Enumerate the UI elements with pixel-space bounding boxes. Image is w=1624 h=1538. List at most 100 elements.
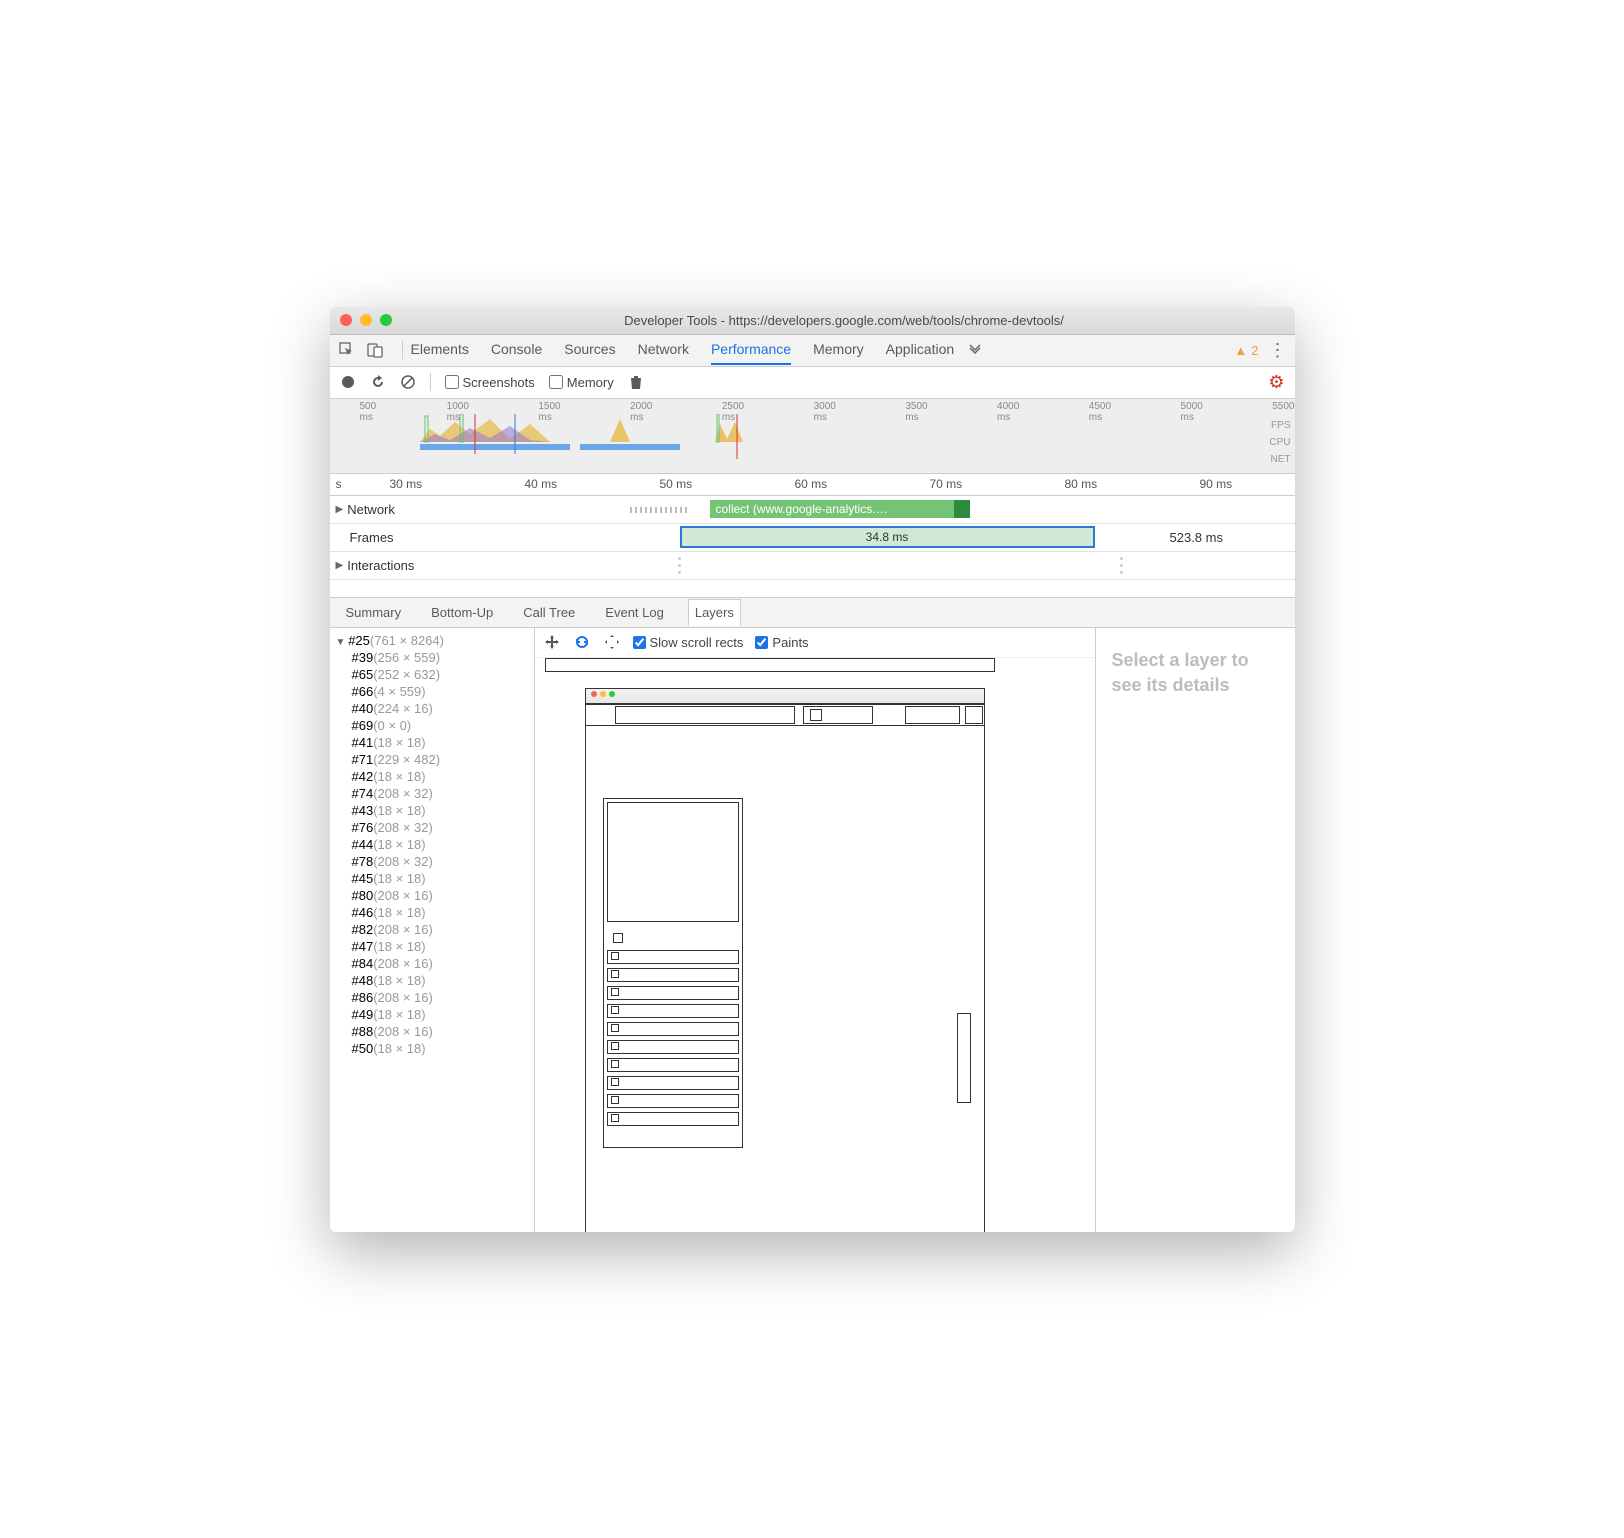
layer-item[interactable]: #39(256 × 559): [330, 649, 534, 666]
layer-item[interactable]: #84(208 × 16): [330, 955, 534, 972]
layer-item[interactable]: #88(208 × 16): [330, 1023, 534, 1040]
tab-elements[interactable]: Elements: [411, 335, 469, 365]
pan-icon[interactable]: [543, 633, 561, 651]
network-track[interactable]: ▶ Network collect (www.google-analytics.…: [330, 496, 1295, 524]
tab-sources[interactable]: Sources: [564, 335, 615, 365]
expand-icon[interactable]: ▶: [336, 560, 344, 571]
ruler-tick: 70 ms: [930, 477, 963, 491]
reset-view-icon[interactable]: [603, 633, 621, 651]
layer-details-pane: Select a layer to see its details: [1095, 628, 1295, 1232]
tab-performance[interactable]: Performance: [711, 335, 791, 365]
detail-ruler[interactable]: s30 ms40 ms50 ms60 ms70 ms80 ms90 ms: [330, 474, 1295, 496]
layer-item[interactable]: #25(761 × 8264): [330, 632, 534, 649]
layers-panel: #25(761 × 8264)#39(256 × 559)#65(252 × 6…: [330, 628, 1295, 1232]
frame-duration: 34.8 ms: [866, 530, 909, 544]
layer-item[interactable]: #46(18 × 18): [330, 904, 534, 921]
layer-list[interactable]: #25(761 × 8264)#39(256 × 559)#65(252 × 6…: [330, 628, 535, 1232]
tab-application[interactable]: Application: [886, 335, 955, 365]
screenshots-checkbox[interactable]: Screenshots: [445, 375, 535, 390]
wire-rect: [611, 1006, 619, 1014]
ruler-tick: 80 ms: [1065, 477, 1098, 491]
screenshots-checkbox-input[interactable]: [445, 375, 459, 389]
ruler-tick: 60 ms: [795, 477, 828, 491]
interactions-track[interactable]: ▶ Interactions: [330, 552, 1295, 580]
traffic-lights: [340, 314, 392, 326]
warning-badge[interactable]: ▲ 2: [1234, 343, 1258, 358]
overview-tick: 5000 ms: [1181, 401, 1213, 423]
wire-rect: [611, 970, 619, 978]
tab-memory[interactable]: Memory: [813, 335, 864, 365]
slow-scroll-checkbox[interactable]: Slow scroll rects: [633, 635, 744, 650]
expand-icon[interactable]: ▶: [336, 504, 344, 515]
layer-canvas[interactable]: [535, 658, 1095, 1232]
timeline-overview[interactable]: 500 ms1000 ms1500 ms2000 ms2500 ms3000 m…: [330, 399, 1295, 474]
interactions-label: Interactions: [347, 558, 432, 573]
collect-request-bar[interactable]: collect (www.google-analytics.…: [710, 500, 970, 518]
close-window-button[interactable]: [340, 314, 352, 326]
layer-item[interactable]: #71(229 × 482): [330, 751, 534, 768]
memory-checkbox-input[interactable]: [549, 375, 563, 389]
memory-checkbox[interactable]: Memory: [549, 375, 614, 390]
layer-item[interactable]: #47(18 × 18): [330, 938, 534, 955]
subtab-event-log[interactable]: Event Log: [599, 600, 670, 625]
frame-bar[interactable]: 34.8 ms: [680, 526, 1095, 548]
layer-item[interactable]: #41(18 × 18): [330, 734, 534, 751]
record-button[interactable]: [340, 374, 356, 390]
layer-item[interactable]: #78(208 × 32): [330, 853, 534, 870]
layer-item[interactable]: #44(18 × 18): [330, 836, 534, 853]
layer-item[interactable]: #82(208 × 16): [330, 921, 534, 938]
devtools-window: Developer Tools - https://developers.goo…: [330, 307, 1295, 1232]
more-tabs-icon[interactable]: [966, 341, 984, 359]
subtab-summary[interactable]: Summary: [340, 600, 408, 625]
layer-item[interactable]: #42(18 × 18): [330, 768, 534, 785]
wire-rect: [810, 709, 822, 721]
wire-rect: [611, 1078, 619, 1086]
subtab-layers[interactable]: Layers: [688, 599, 741, 626]
kebab-menu-icon[interactable]: ⋮: [1269, 340, 1287, 361]
overview-tick: 500 ms: [360, 401, 387, 423]
gc-button[interactable]: [628, 374, 644, 390]
wire-rect: [611, 1114, 619, 1122]
layer-item[interactable]: #43(18 × 18): [330, 802, 534, 819]
tab-console[interactable]: Console: [491, 335, 542, 365]
slow-scroll-label: Slow scroll rects: [650, 635, 744, 650]
reload-record-button[interactable]: [370, 374, 386, 390]
layer-item[interactable]: #86(208 × 16): [330, 989, 534, 1006]
layer-item[interactable]: #48(18 × 18): [330, 972, 534, 989]
layer-item[interactable]: #65(252 × 632): [330, 666, 534, 683]
paints-checkbox[interactable]: Paints: [755, 635, 808, 650]
paints-input[interactable]: [755, 636, 768, 649]
device-toggle-icon[interactable]: [366, 341, 384, 359]
warning-icon: ▲: [1234, 343, 1247, 358]
layer-item[interactable]: #76(208 × 32): [330, 819, 534, 836]
layer-item[interactable]: #49(18 × 18): [330, 1006, 534, 1023]
subtab-call-tree[interactable]: Call Tree: [517, 600, 581, 625]
layer-viewer: Slow scroll rects Paints: [535, 628, 1095, 1232]
activity-chart-2: [715, 414, 755, 459]
clear-button[interactable]: [400, 374, 416, 390]
layer-item[interactable]: #74(208 × 32): [330, 785, 534, 802]
wire-rect: [611, 1096, 619, 1104]
drag-handle[interactable]: [678, 555, 682, 576]
overview-track-label: CPU: [1269, 434, 1290, 451]
layer-item[interactable]: #69(0 × 0): [330, 717, 534, 734]
zoom-window-button[interactable]: [380, 314, 392, 326]
rotate-icon[interactable]: [573, 633, 591, 651]
layer-item[interactable]: #40(224 × 16): [330, 700, 534, 717]
layer-item[interactable]: #80(208 × 16): [330, 887, 534, 904]
drag-handle[interactable]: [1120, 555, 1124, 576]
tab-network[interactable]: Network: [638, 335, 689, 365]
settings-gear-icon[interactable]: ⚙: [1268, 372, 1284, 393]
inspect-element-icon[interactable]: [338, 341, 356, 359]
subtab-bottom-up[interactable]: Bottom-Up: [425, 600, 499, 625]
wire-rect: [607, 986, 739, 1000]
wire-rect: [611, 1042, 619, 1050]
layer-item[interactable]: #66(4 × 559): [330, 683, 534, 700]
minimize-window-button[interactable]: [360, 314, 372, 326]
frames-track[interactable]: Frames 34.8 ms 523.8 ms: [330, 524, 1295, 552]
layer-item[interactable]: #50(18 × 18): [330, 1040, 534, 1057]
overview-tick: 4000 ms: [997, 401, 1029, 423]
slow-scroll-input[interactable]: [633, 636, 646, 649]
panel-tabs: Elements Console Sources Network Performance…: [411, 335, 955, 365]
layer-item[interactable]: #45(18 × 18): [330, 870, 534, 887]
